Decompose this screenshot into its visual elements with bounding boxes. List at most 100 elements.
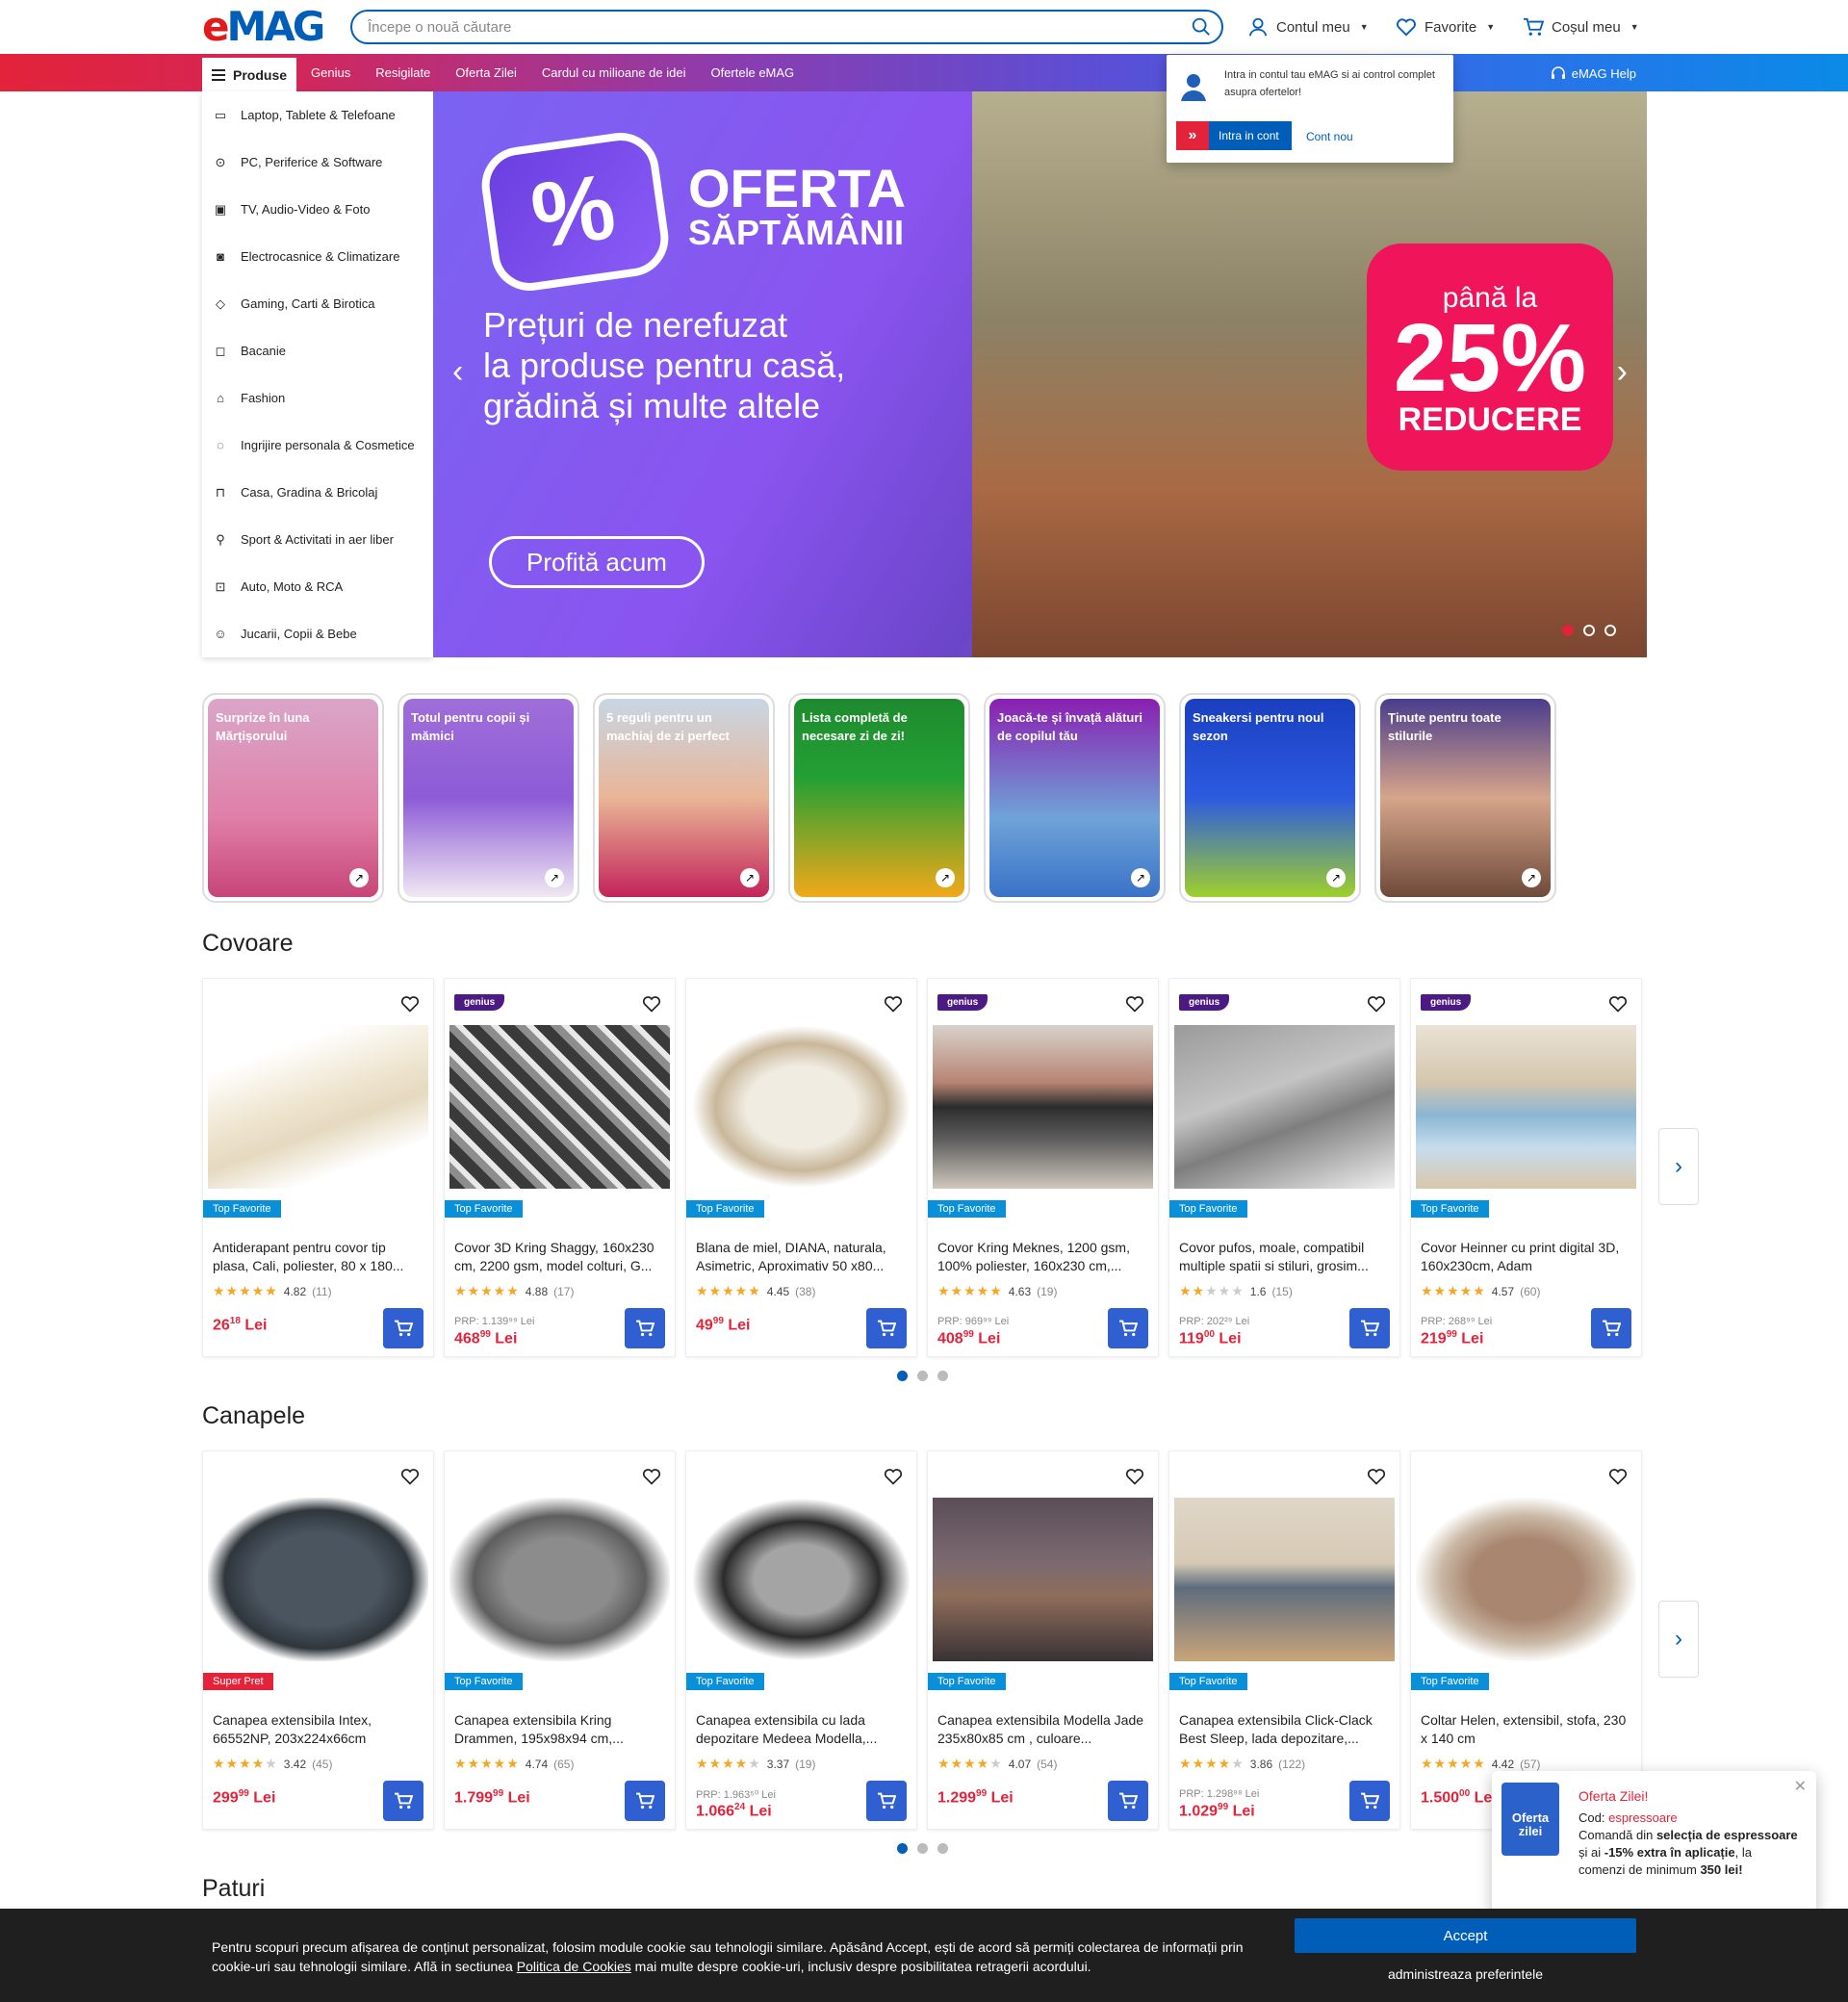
product-image[interactable]	[449, 1498, 670, 1661]
close-icon[interactable]: ✕	[1794, 1777, 1807, 1796]
product-card[interactable]: genius Top Favorite Covor 3D Kring Shaggy,…	[444, 978, 676, 1357]
heart-icon[interactable]	[884, 1467, 903, 1486]
sidebar-item[interactable]: ☺ Jucarii, Copii & Bebe	[202, 610, 433, 657]
sidebar-item[interactable]: ◙ Electrocasnice & Climatizare	[202, 233, 433, 280]
page-dot[interactable]	[897, 1843, 908, 1854]
sidebar-item[interactable]: ⌂ Fashion	[202, 374, 433, 422]
add-to-cart-button[interactable]	[866, 1781, 907, 1821]
row-next-button[interactable]: ›	[1658, 1601, 1699, 1678]
favorites-menu[interactable]: Favorite ▼	[1396, 15, 1495, 38]
carousel-dot[interactable]	[1583, 625, 1595, 636]
nav-link-oferta-zilei[interactable]: Oferta Zilei	[455, 65, 517, 80]
story-card[interactable]: 5 reguli pentru un machiaj de zi perfect…	[593, 693, 775, 903]
chevron-right-icon[interactable]: ›	[1617, 353, 1628, 391]
search-input[interactable]	[368, 18, 1157, 36]
heart-icon[interactable]	[1367, 994, 1386, 1014]
nav-link-genius[interactable]: Genius	[311, 65, 350, 80]
product-title[interactable]: Blana de miel, DIANA, naturala, Asimetri…	[696, 1239, 908, 1275]
heart-icon[interactable]	[884, 994, 903, 1014]
add-to-cart-button[interactable]	[1108, 1781, 1148, 1821]
product-title[interactable]: Canapea extensibila Modella Jade 235x80x…	[937, 1711, 1149, 1748]
emag-logo[interactable]: eMAG	[202, 6, 325, 48]
story-card[interactable]: Lista completă de necesare zi de zi! ↗	[788, 693, 970, 903]
page-dot[interactable]	[917, 1843, 928, 1854]
product-title[interactable]: Coltar Helen, extensibil, stofa, 230 x 1…	[1421, 1711, 1632, 1748]
heart-icon[interactable]	[1125, 994, 1144, 1014]
search-button[interactable]	[1191, 16, 1214, 39]
product-card[interactable]: genius Top Favorite Covor Kring Meknes, 12…	[927, 978, 1159, 1357]
sidebar-item[interactable]: ▭ Laptop, Tablete & Telefoane	[202, 91, 433, 139]
product-title[interactable]: Covor Heinner cu print digital 3D, 160x2…	[1421, 1239, 1632, 1275]
help-link[interactable]: eMAG Help	[1551, 65, 1636, 81]
heart-icon[interactable]	[400, 1467, 420, 1486]
add-to-cart-button[interactable]	[625, 1308, 665, 1348]
sidebar-item[interactable]: ◌ Ingrijire personala & Cosmetice	[202, 422, 433, 469]
oferta-zilei-toast[interactable]: Oferta zilei ✕ Oferta Zilei! Cod: espres…	[1492, 1771, 1816, 1925]
heart-icon[interactable]	[642, 994, 661, 1014]
cookie-policy-link[interactable]: Politica de Cookies	[517, 1959, 631, 1974]
product-title[interactable]: Covor Kring Meknes, 1200 gsm, 100% polie…	[937, 1239, 1149, 1275]
nav-link-resigilate[interactable]: Resigilate	[375, 65, 430, 80]
product-card[interactable]: Top Favorite Canapea extensibila Click-Cl…	[1168, 1450, 1400, 1830]
product-image[interactable]	[691, 1498, 911, 1661]
add-to-cart-button[interactable]	[1349, 1781, 1390, 1821]
sidebar-item[interactable]: ⊙ PC, Periferice & Software	[202, 139, 433, 186]
product-title[interactable]: Canapea extensibila Click-Clack Best Sle…	[1179, 1711, 1391, 1748]
carousel-dot[interactable]	[1562, 625, 1574, 636]
add-to-cart-button[interactable]	[1108, 1308, 1148, 1348]
product-card[interactable]: Top Favorite Canapea extensibila cu lada …	[685, 1450, 917, 1830]
product-title[interactable]: Canapea extensibila Intex, 66552NP, 203x…	[213, 1711, 424, 1748]
carousel-dot[interactable]	[1604, 625, 1616, 636]
login-button[interactable]: » Intra in cont	[1176, 121, 1292, 150]
product-title[interactable]: Covor 3D Kring Shaggy, 160x230 cm, 2200 …	[454, 1239, 666, 1275]
page-dot[interactable]	[917, 1371, 928, 1381]
add-to-cart-button[interactable]	[383, 1308, 424, 1348]
cart-menu[interactable]: Coșul meu ▼	[1523, 15, 1639, 38]
heart-icon[interactable]	[1608, 994, 1628, 1014]
product-image[interactable]	[933, 1025, 1153, 1189]
story-card[interactable]: Surprize în luna Mărțișorului ↗	[202, 693, 384, 903]
sidebar-item[interactable]: ⊡ Auto, Moto & RCA	[202, 563, 433, 610]
accept-cookies-button[interactable]: Accept	[1295, 1918, 1636, 1953]
heart-icon[interactable]	[1125, 1467, 1144, 1486]
product-image[interactable]	[691, 1025, 911, 1189]
sidebar-item[interactable]: ◻ Bacanie	[202, 327, 433, 374]
heart-icon[interactable]	[1367, 1467, 1386, 1486]
story-card[interactable]: Joacă-te și învață alături de copilul tă…	[984, 693, 1166, 903]
product-card[interactable]: Top Favorite Antiderapant pentru covor ti…	[202, 978, 434, 1357]
heart-icon[interactable]	[642, 1467, 661, 1486]
heart-icon[interactable]	[400, 994, 420, 1014]
product-image[interactable]	[449, 1025, 670, 1189]
product-title[interactable]: Antiderapant pentru covor tip plasa, Cal…	[213, 1239, 424, 1275]
banner-cta-button[interactable]: Profită acum	[489, 536, 705, 588]
chevron-left-icon[interactable]: ‹	[452, 353, 463, 391]
story-card[interactable]: Totul pentru copii și mămici ↗	[398, 693, 579, 903]
add-to-cart-button[interactable]	[866, 1308, 907, 1348]
product-card[interactable]: Top Favorite Canapea extensibila Modella …	[927, 1450, 1159, 1830]
story-card[interactable]: Ținute pentru toate stilurile ↗	[1374, 693, 1556, 903]
hero-banner[interactable]: % OFERTA SĂPTĂMÂNII Prețuri de nerefuzat…	[433, 91, 1647, 657]
product-image[interactable]	[208, 1025, 428, 1189]
product-card[interactable]: genius Top Favorite Covor pufos, moale, co…	[1168, 978, 1400, 1357]
page-dot[interactable]	[937, 1843, 948, 1854]
sidebar-item[interactable]: ⊓ Casa, Gradina & Bricolaj	[202, 469, 433, 516]
sidebar-item[interactable]: ◇ Gaming, Carti & Birotica	[202, 280, 433, 327]
add-to-cart-button[interactable]	[1349, 1308, 1390, 1348]
product-card[interactable]: Super Pret Canapea extensibila Intex, 665…	[202, 1450, 434, 1830]
products-menu-button[interactable]: Produse	[202, 58, 296, 91]
product-title[interactable]: Covor pufos, moale, compatibil multiple …	[1179, 1239, 1391, 1275]
add-to-cart-button[interactable]	[383, 1781, 424, 1821]
sidebar-item[interactable]: ▣ TV, Audio-Video & Foto	[202, 186, 433, 233]
add-to-cart-button[interactable]	[1591, 1308, 1631, 1348]
manage-preferences-link[interactable]: administreaza preferintele	[1295, 1966, 1636, 1982]
product-card[interactable]: Top Favorite Canapea extensibila Kring Dr…	[444, 1450, 676, 1830]
nav-link-ofertele-emag[interactable]: Ofertele eMAG	[710, 65, 794, 80]
product-image[interactable]	[1174, 1025, 1395, 1189]
page-dot[interactable]	[937, 1371, 948, 1381]
product-image[interactable]	[1416, 1025, 1636, 1189]
new-account-link[interactable]: Cont nou	[1306, 130, 1353, 143]
add-to-cart-button[interactable]	[625, 1781, 665, 1821]
row-next-button[interactable]: ›	[1658, 1128, 1699, 1205]
product-card[interactable]: Top Favorite Blana de miel, DIANA, natura…	[685, 978, 917, 1357]
product-image[interactable]	[1174, 1498, 1395, 1661]
